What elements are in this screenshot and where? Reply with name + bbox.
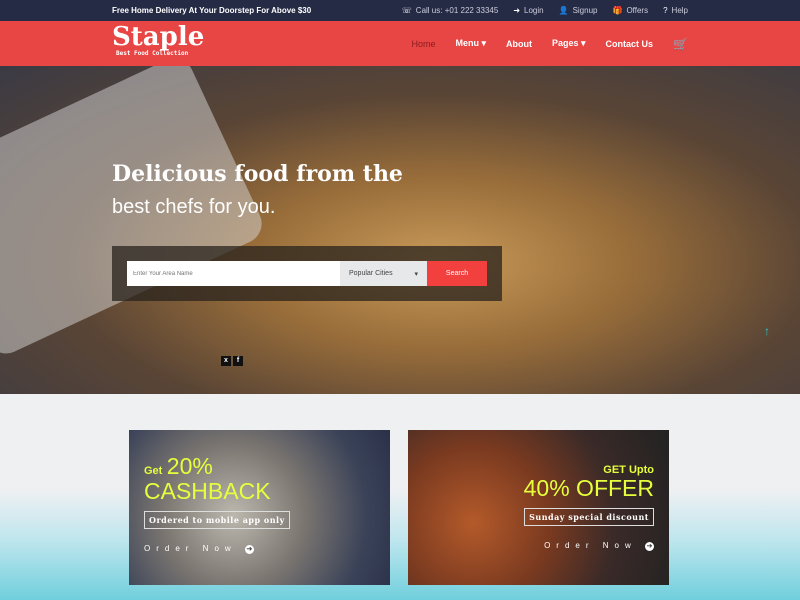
signup-link[interactable]: 👤 Signup (559, 6, 598, 15)
help-link[interactable]: ? Help (663, 6, 688, 15)
offer-tag: Sunday special discount (524, 508, 654, 526)
nav-contact[interactable]: Contact Us (606, 39, 654, 49)
facebook-icon[interactable]: f (233, 356, 243, 366)
city-select[interactable]: Popular Cities ▾ (340, 261, 427, 286)
login-link[interactable]: ➜ Login (513, 6, 543, 15)
offer-tag: Ordered to mobile app only (144, 511, 290, 529)
hero-banner: Delicious food from the best chefs for y… (0, 66, 800, 394)
offer-title: 40% OFFER (523, 475, 654, 501)
phone-icon: ☏ (401, 6, 412, 15)
order-now-link[interactable]: Order Now ➔ (524, 541, 654, 551)
offer-card-cashback[interactable]: Get 20% CASHBACK Ordered to mobile app o… (129, 430, 390, 585)
top-bar: Free Home Delivery At Your Doorstep For … (0, 0, 800, 21)
nav-menu[interactable]: Menu ▾ (455, 38, 486, 49)
order-now-link[interactable]: Order Now ➔ (144, 544, 290, 554)
gift-icon: 🎁 (612, 6, 623, 15)
arrow-right-circle-icon: ➔ (645, 542, 654, 551)
hero-title: Delicious food from the (112, 161, 403, 187)
nav-home[interactable]: Home (411, 39, 435, 49)
offers-link[interactable]: 🎁 Offers (612, 6, 648, 15)
nav-pages[interactable]: Pages ▾ (552, 38, 586, 49)
nav-about[interactable]: About (506, 39, 532, 49)
search-panel: Popular Cities▾ Search (112, 246, 502, 301)
promo-text: Free Home Delivery At Your Doorstep For … (112, 6, 312, 15)
arrow-right-circle-icon: ➔ (244, 545, 254, 554)
search-button[interactable]: Search (427, 261, 487, 286)
offer-title: CASHBACK (144, 478, 271, 504)
scroll-up-icon[interactable]: ↑ (764, 324, 770, 338)
caret-down-icon: ▾ (414, 270, 418, 278)
hero-subtitle: best chefs for you. (112, 196, 276, 218)
offer-card-sunday[interactable]: GET Upto 40% OFFER Sunday special discou… (408, 430, 669, 585)
main-nav: Staple Best Food Collection Home Menu ▾ A… (0, 21, 800, 66)
help-icon: ? (663, 6, 668, 15)
cart-icon[interactable]: 🛒 (673, 37, 688, 51)
call-link[interactable]: ☏ Call us: +01 222 33345 (402, 6, 499, 15)
logo[interactable]: Staple Best Food Collection (112, 24, 204, 58)
area-search-input[interactable] (127, 261, 340, 286)
login-icon: ➜ (513, 6, 521, 15)
user-plus-icon: 👤 (558, 6, 569, 15)
twitter-icon[interactable]: x (221, 356, 231, 366)
